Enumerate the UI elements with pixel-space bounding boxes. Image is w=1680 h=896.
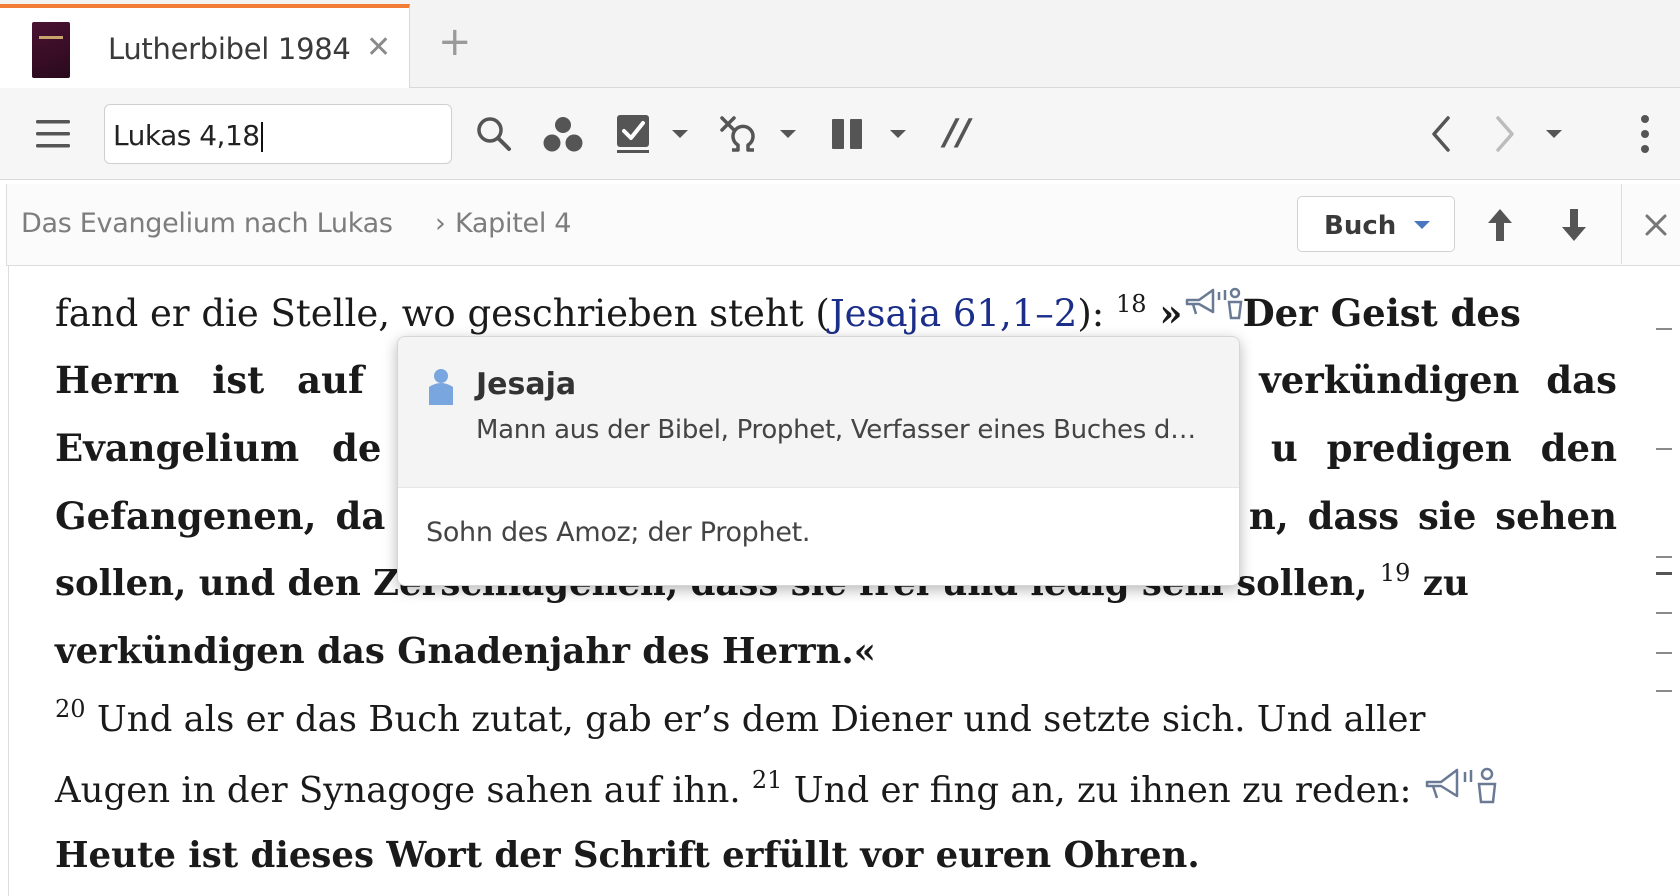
verse-text: Heute ist dieses Wort der Schrift erfüll… bbox=[55, 835, 1200, 876]
reference-input[interactable]: Lukas 4,18 bbox=[104, 104, 452, 164]
menu-icon[interactable] bbox=[34, 116, 72, 152]
tab-close-icon[interactable]: ✕ bbox=[366, 30, 391, 65]
verse-text: zu bbox=[1410, 563, 1469, 604]
arrow-down-icon[interactable] bbox=[1559, 206, 1589, 244]
checkbox-dropdown-icon[interactable] bbox=[670, 128, 690, 140]
verse-text: Und er fing an, zu ihnen zu reden: bbox=[782, 770, 1423, 811]
text-line: fand er die Stelle, wo geschrieben steht… bbox=[55, 286, 1617, 338]
people-icon[interactable] bbox=[542, 116, 584, 154]
tab-lutherbibel[interactable]: Lutherbibel 1984 ✕ bbox=[0, 4, 410, 88]
popup-description: Mann aus der Bibel, Prophet, Verfasser e… bbox=[476, 415, 1196, 445]
tab-strip: Lutherbibel 1984 ✕ + bbox=[0, 0, 1680, 88]
forward-icon[interactable] bbox=[1490, 114, 1520, 154]
breadcrumb-separator: › bbox=[435, 208, 446, 239]
verse-text: Und als er das Buch zutat, gab er’s dem … bbox=[85, 699, 1426, 740]
verse-text: verkündigen das Gnadenjahr des Herrn.« bbox=[55, 631, 876, 672]
reference-input-value: Lukas 4,18 bbox=[113, 119, 260, 152]
chevron-down-icon bbox=[1414, 221, 1430, 229]
text-caret bbox=[260, 122, 263, 152]
verse-text: Herrn ist auf bbox=[55, 358, 364, 402]
arrow-up-icon[interactable] bbox=[1485, 206, 1515, 244]
scope-dropdown[interactable]: Buch bbox=[1297, 196, 1455, 252]
new-tab-button[interactable]: + bbox=[438, 22, 472, 62]
checkbox-icon[interactable] bbox=[614, 112, 654, 154]
parallel-passages-button[interactable]: // bbox=[944, 112, 970, 153]
verse-text: verkündigen das bbox=[1259, 358, 1617, 402]
popup-body: Sohn des Amoz; der Prophet. bbox=[426, 517, 811, 548]
text-line: 20 Und als er das Buch zutat, gab er’s d… bbox=[55, 696, 1617, 744]
breadcrumb-chapter[interactable]: Kapitel 4 bbox=[455, 208, 571, 239]
verse-text: ): bbox=[1077, 292, 1116, 335]
breadcrumb: Das Evangelium nach Lukas › Kapitel 4 Bu… bbox=[6, 184, 1680, 266]
text-line: Heute ist dieses Wort der Schrift erfüll… bbox=[55, 832, 1617, 880]
overflow-menu-icon[interactable] bbox=[1636, 112, 1654, 156]
speaker-icon[interactable] bbox=[1183, 286, 1243, 320]
text-line: verkündigen das Gnadenjahr des Herrn.« bbox=[55, 628, 1617, 676]
verse-text: » bbox=[1146, 291, 1183, 335]
entity-popup[interactable]: Jesaja Mann aus der Bibel, Prophet, Verf… bbox=[397, 336, 1240, 586]
book-cover-icon bbox=[32, 22, 70, 78]
verse-number[interactable]: 21 bbox=[752, 766, 783, 794]
back-icon[interactable] bbox=[1426, 114, 1456, 154]
popup-title: Jesaja bbox=[476, 367, 577, 402]
columns-dropdown-icon[interactable] bbox=[888, 128, 908, 140]
search-icon[interactable] bbox=[474, 114, 514, 154]
verse-number[interactable]: 20 bbox=[55, 695, 86, 723]
verse-number[interactable]: 18 bbox=[1116, 290, 1147, 318]
text-line: Augen in der Synagoge sahen auf ihn. 21 … bbox=[55, 766, 1617, 815]
speaker-icon[interactable] bbox=[1423, 766, 1499, 804]
verse-text: n, dass sie sehen bbox=[1248, 494, 1617, 538]
verse-text: Augen in der Synagoge sahen auf ihn. bbox=[55, 770, 752, 811]
cross-reference-link[interactable]: Jesaja 61,1–2 bbox=[830, 292, 1078, 335]
columns-icon[interactable] bbox=[830, 116, 864, 152]
toolbar: Lukas 4,18 // bbox=[0, 88, 1680, 180]
breadcrumb-book[interactable]: Das Evangelium nach Lukas bbox=[21, 208, 393, 239]
verse-text: u predigen den bbox=[1270, 426, 1617, 470]
person-icon bbox=[429, 369, 453, 405]
verse-text: Der Geist des bbox=[1242, 291, 1521, 335]
verse-text: Gefangenen, da bbox=[55, 494, 386, 538]
clause-icon[interactable] bbox=[718, 112, 760, 154]
clause-dropdown-icon[interactable] bbox=[778, 128, 798, 140]
tab-title: Lutherbibel 1984 bbox=[108, 32, 351, 66]
close-icon[interactable] bbox=[1643, 212, 1669, 238]
scroll-markers[interactable] bbox=[1650, 266, 1680, 896]
scope-label: Buch bbox=[1324, 211, 1397, 241]
verse-text: fand er die Stelle, wo geschrieben steht… bbox=[55, 292, 830, 335]
history-dropdown-icon[interactable] bbox=[1544, 128, 1564, 140]
verse-text: Evangelium de bbox=[55, 426, 382, 470]
popup-header[interactable]: Jesaja Mann aus der Bibel, Prophet, Verf… bbox=[398, 337, 1239, 488]
verse-number[interactable]: 19 bbox=[1380, 559, 1411, 587]
toolbar-divider bbox=[1621, 184, 1622, 264]
